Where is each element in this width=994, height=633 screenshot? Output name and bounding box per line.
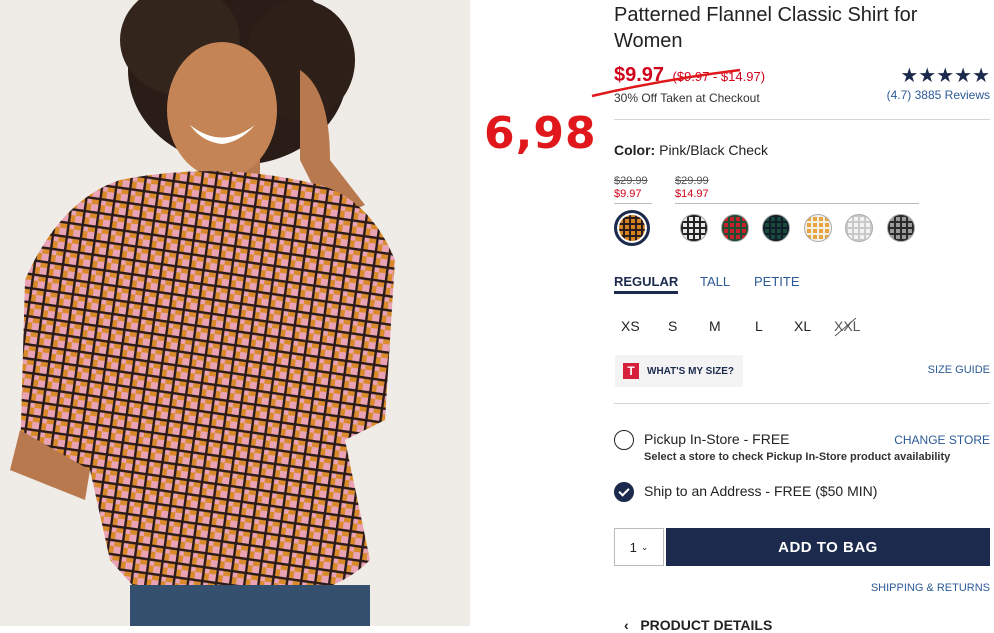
size-option-xl[interactable]: XL: [794, 318, 811, 334]
original-price: $29.99: [675, 175, 709, 187]
color-label-row: Color: Pink/Black Check: [614, 142, 768, 158]
chevron-icon: ‹: [624, 617, 637, 633]
sale-price: $14.97: [675, 188, 709, 200]
true-fit-logo-icon: T: [623, 363, 639, 379]
price-group-divider: [614, 203, 652, 204]
green-navy-plaid-swatch[interactable]: [762, 214, 790, 242]
product-image[interactable]: [0, 0, 470, 626]
orange-pink-check-swatch[interactable]: [614, 210, 650, 246]
chevron-down-icon: ⌄: [640, 541, 649, 552]
rating-block[interactable]: ★★★★★ (4.7) 3885 Reviews: [887, 66, 990, 102]
pickup-radio[interactable]: [614, 430, 634, 450]
grey-black-check-swatch[interactable]: [887, 214, 915, 242]
star-rating-icon: ★★★★★: [900, 65, 990, 87]
pickup-subtext: Select a store to check Pickup In-Store …: [644, 451, 951, 463]
size-guide-link[interactable]: SIZE GUIDE: [928, 364, 990, 376]
add-to-bag-button[interactable]: ADD TO BAG: [666, 528, 990, 566]
original-price: $29.99: [614, 175, 648, 187]
size-option-xs[interactable]: XS: [621, 318, 640, 334]
pickup-label: Pickup In-Store - FREE: [644, 431, 790, 447]
tab-petite[interactable]: PETITE: [754, 274, 800, 289]
unavailable-strike-icon: [834, 317, 857, 337]
swatch-price-group-2: $29.99 $14.97: [675, 175, 709, 201]
ship-radio[interactable]: [614, 482, 634, 502]
divider: [614, 119, 990, 120]
color-label: Color:: [614, 142, 656, 158]
reviews-link[interactable]: (4.7) 3885 Reviews: [887, 88, 990, 102]
tab-regular[interactable]: REGULAR: [614, 274, 679, 294]
sale-price: $9.97: [591, 64, 741, 98]
product-details-toggle[interactable]: ‹ PRODUCT DETAILS: [624, 617, 772, 633]
size-option-l[interactable]: L: [755, 318, 763, 334]
white-grey-plaid-swatch[interactable]: [845, 214, 873, 242]
whats-my-size-button[interactable]: T WHAT'S MY SIZE?: [615, 355, 743, 387]
product-details-label: PRODUCT DETAILS: [640, 617, 773, 633]
handwritten-price-annotation: 6,98: [484, 108, 597, 159]
whats-my-size-label: WHAT'S MY SIZE?: [647, 365, 735, 377]
orange-white-plaid-swatch[interactable]: [804, 214, 832, 242]
shipping-returns-link[interactable]: SHIPPING & RETURNS: [871, 582, 990, 594]
swatch-price-group-1: $29.99 $9.97: [614, 175, 648, 201]
price-block: $9.97 ($9.97 - $14.97) 30% Off Taken at …: [591, 64, 766, 105]
product-title: Patterned Flannel Classic Shirt for Wome…: [614, 4, 918, 52]
size-option-s[interactable]: S: [668, 318, 677, 334]
color-value: Pink/Black Check: [659, 142, 769, 158]
tab-tall[interactable]: TALL: [700, 274, 730, 289]
ship-label: Ship to an Address - FREE ($50 MIN): [644, 483, 878, 499]
change-store-link[interactable]: CHANGE STORE: [894, 433, 990, 447]
promo-note: 30% Off Taken at Checkout: [614, 91, 760, 105]
quantity-select[interactable]: 1 ⌄: [614, 528, 664, 566]
price-group-divider: [675, 203, 919, 204]
sale-price: $9.97: [614, 188, 642, 200]
red-green-plaid-swatch[interactable]: [721, 214, 749, 242]
model-photo: [0, 0, 470, 626]
divider: [614, 403, 990, 404]
quantity-value: 1: [629, 539, 637, 555]
price-range: ($9.97 - $14.97): [672, 69, 766, 84]
sale-price-text: $9.97: [614, 64, 665, 86]
size-option-m[interactable]: M: [709, 318, 721, 334]
black-white-check-swatch[interactable]: [680, 214, 708, 242]
